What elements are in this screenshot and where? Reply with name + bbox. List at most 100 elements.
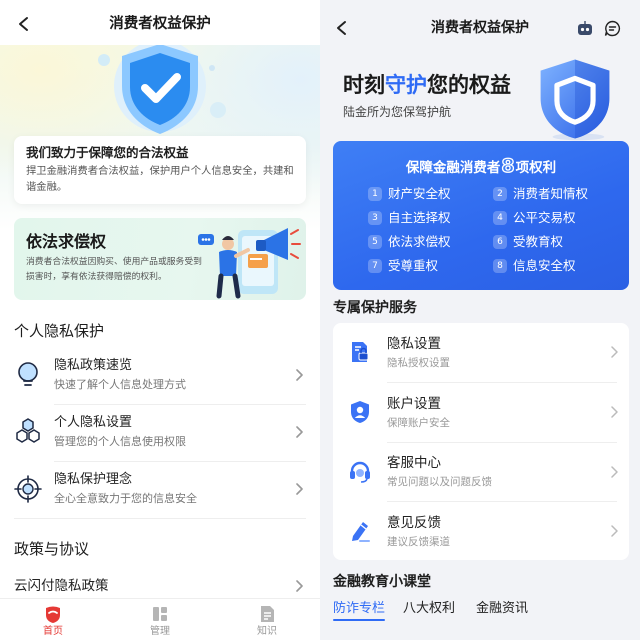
tab-label: 知识 <box>257 626 277 637</box>
shield-icon <box>540 59 610 141</box>
service-item-customer-service[interactable] <box>333 443 629 502</box>
divider <box>54 404 306 405</box>
right-item-label: 自主选择权 <box>388 210 451 225</box>
chevron-right-icon <box>611 406 618 418</box>
right-item-label: 公平交易权 <box>513 210 576 225</box>
services-card: 隐私设置 隐私授权设置 账户设置 保障账户安全 客服中心 常见问题以及问题反馈 <box>333 323 629 560</box>
headset-icon <box>350 461 370 483</box>
chevron-right-icon <box>611 346 618 358</box>
right-item-number: 6 <box>493 235 507 249</box>
chat-icon[interactable] <box>604 20 621 37</box>
hero-title-post: 您的权益 <box>427 73 511 97</box>
home-icon <box>46 606 60 623</box>
service-title: 账户设置 <box>387 396 441 412</box>
privacy-item-title: 隐私保护理念 <box>54 472 133 487</box>
mission-card: 我们致力于保障您的合法权益 捍卫金融消费者合法权益，保护用户个人信息安全，共建和… <box>14 136 306 204</box>
service-desc: 隐私授权设置 <box>387 357 450 369</box>
right-item-label: 受尊重权 <box>388 258 439 273</box>
top-nav: 消费者权益保护 <box>0 0 320 45</box>
tab-anti-fraud[interactable]: 防诈专栏 <box>333 600 385 618</box>
privacy-item-desc: 管理您的个人信息使用权限 <box>54 435 186 448</box>
tab-knowledge[interactable]: 知识 <box>214 599 320 640</box>
education-section-title: 金融教育小课堂 <box>333 574 431 590</box>
right-item-number: 8 <box>493 259 507 273</box>
service-desc: 常见问题以及问题反馈 <box>387 476 492 488</box>
divider <box>14 518 306 519</box>
tab-label: 管理 <box>150 626 170 637</box>
privacy-item-philosophy[interactable] <box>0 465 320 515</box>
right-item-number: 1 <box>368 187 382 201</box>
tab-financial-news[interactable]: 金融资讯 <box>476 600 528 618</box>
privacy-doc-icon <box>352 342 369 362</box>
right-item-label: 受教育权 <box>513 234 564 249</box>
top-nav: 消费者权益保护 <box>320 0 640 50</box>
service-item-feedback[interactable] <box>333 502 629 560</box>
service-desc: 保障账户安全 <box>387 417 450 429</box>
chevron-right-icon <box>296 483 303 495</box>
divider <box>54 461 306 462</box>
mission-title: 我们致力于保障您的合法权益 <box>26 145 189 160</box>
service-item-privacy[interactable] <box>333 323 629 382</box>
tab-label: 首页 <box>43 626 63 637</box>
privacy-item-desc: 全心全意致力于您的信息安全 <box>54 492 197 505</box>
chevron-right-icon <box>611 466 618 478</box>
target-icon <box>14 475 42 503</box>
shield-check-icon <box>98 40 226 134</box>
document-icon <box>261 606 274 622</box>
page-title: 消费者权益保护 <box>109 16 211 32</box>
tab-manage[interactable]: 管理 <box>107 599 213 640</box>
right-item-number: 7 <box>368 259 382 273</box>
right-item-number: 2 <box>493 187 507 201</box>
privacy-section-title: 个人隐私保护 <box>14 322 105 340</box>
service-title: 意见反馈 <box>387 515 441 531</box>
right-item-number: 4 <box>493 211 507 225</box>
chevron-right-icon <box>296 580 303 592</box>
privacy-item-desc: 快速了解个人信息处理方式 <box>54 378 186 391</box>
hero-subtitle: 陆金所为您保驾护航 <box>343 105 452 119</box>
hero-title: 时刻守护您的权益 <box>343 71 511 99</box>
rights-feature-card[interactable]: 依法求偿权 消费者合法权益因购买、使用产品或服务受到损害时，享有依法获得赔偿的权… <box>14 218 306 300</box>
privacy-item-settings[interactable] <box>0 408 320 458</box>
robot-icon[interactable] <box>577 21 593 36</box>
bottom-tab-bar: 首页 管理 知识 <box>0 598 320 640</box>
right-item-number: 5 <box>368 235 382 249</box>
chevron-right-icon <box>611 525 618 537</box>
service-title: 隐私设置 <box>387 336 441 352</box>
right-screen: 消费者权益保护 时刻守护您的权益 陆金所为您保驾护航 保障金融消费者8项权利 1… <box>320 0 640 640</box>
service-desc: 建议反馈渠道 <box>387 536 450 548</box>
privacy-item-title: 隐私政策速览 <box>54 358 133 373</box>
right-item-label: 信息安全权 <box>513 258 576 273</box>
services-section-title: 专属保护服务 <box>333 300 417 316</box>
hexagon-cluster-icon <box>16 418 40 443</box>
hero-title-highlight: 守护 <box>385 73 427 97</box>
service-item-account[interactable] <box>333 383 629 442</box>
hero-title-pre: 时刻 <box>343 73 385 97</box>
chevron-right-icon <box>296 369 303 381</box>
tab-home[interactable]: 首页 <box>0 599 106 640</box>
policy-item-title: 云闪付隐私政策 <box>14 578 109 594</box>
rights-card: 保障金融消费者8项权利 1 财产安全权 2 消费者知情权 3 自主选择权 4 公平交易权… <box>333 141 629 290</box>
feature-title: 依法求偿权 <box>26 232 107 251</box>
active-tab-underline <box>333 619 385 621</box>
service-title: 客服中心 <box>387 455 441 471</box>
grid-icon <box>153 607 167 621</box>
mission-desc: 捍卫金融消费者合法权益，保护用户个人信息安全，共建和谐金融。 <box>26 165 294 193</box>
feature-desc: 消费者合法权益因购买、使用产品或服务受到损害时，享有依法获得赔偿的权利。 <box>26 257 202 282</box>
rights-card-title: 保障金融消费者8项权利 <box>333 154 629 179</box>
chevron-right-icon <box>296 426 303 438</box>
right-item-label: 依法求偿权 <box>388 234 451 249</box>
right-item-label: 财产安全权 <box>388 186 451 201</box>
pen-icon <box>352 522 370 542</box>
rights-count: 8 <box>501 154 516 177</box>
tab-eight-rights[interactable]: 八大权利 <box>403 600 455 618</box>
account-icon <box>351 401 369 423</box>
left-screen: 消费者权益保护 我们致力于保障您的合法权益 捍卫金融消费者合法权益，保护用户个人… <box>0 0 320 640</box>
rights-title-post: 项权利 <box>515 160 557 176</box>
right-item-number: 3 <box>368 211 382 225</box>
lightbulb-icon <box>18 362 38 386</box>
megaphone-person-illustration <box>198 228 301 299</box>
policy-section-title: 政策与协议 <box>14 540 90 558</box>
privacy-item-title: 个人隐私设置 <box>54 415 133 430</box>
right-item-label: 消费者知情权 <box>513 186 589 201</box>
rights-title-pre: 保障金融消费者 <box>405 160 501 176</box>
